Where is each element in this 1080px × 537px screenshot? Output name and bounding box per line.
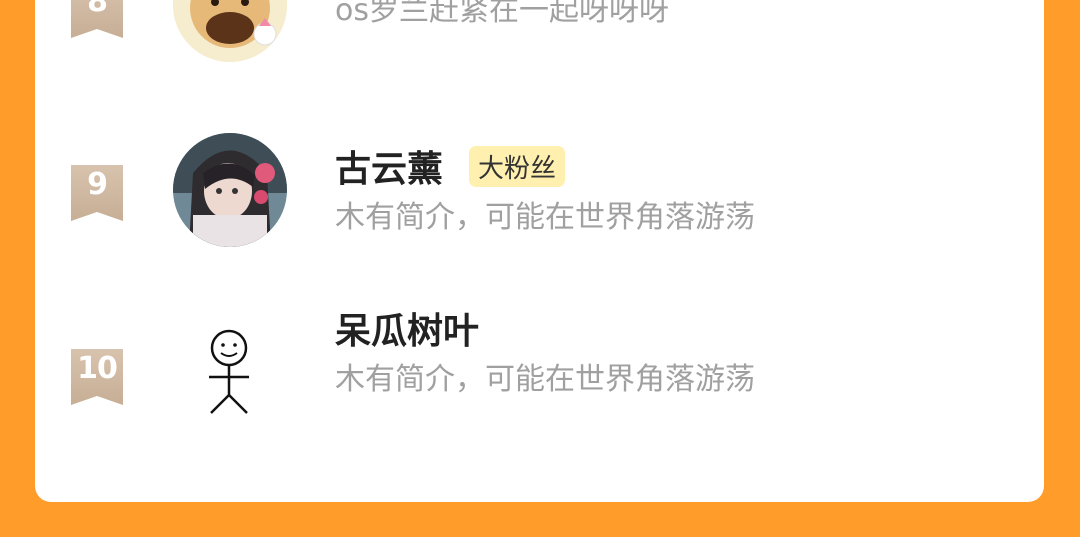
stick-figure-avatar-icon xyxy=(209,329,249,414)
rank-badge: 9 xyxy=(71,165,123,221)
rank-number: 8 xyxy=(87,0,108,19)
avatar[interactable] xyxy=(173,0,287,62)
user-bio: os罗兰赶紧在一起呀呀呀 xyxy=(335,0,669,28)
ranking-row-8[interactable]: 8 os罗兰赶紧在一起呀呀呀 xyxy=(35,0,1044,62)
avatar[interactable] xyxy=(173,315,287,429)
ranking-row-10[interactable]: 10 呆瓜树叶 木有简介，可能在世界角落游荡 xyxy=(35,311,1044,435)
user-name[interactable]: 古云薰 xyxy=(335,140,443,192)
fan-ranking-card: 8 os罗兰赶紧在一起呀呀呀 9 古云薰 大粉丝 木有简介，可能在世界角落游荡 … xyxy=(35,0,1044,502)
avatar[interactable] xyxy=(173,133,287,247)
rank-badge: 10 xyxy=(71,349,123,405)
user-bio: 木有简介，可能在世界角落游荡 xyxy=(335,362,755,397)
user-name[interactable]: 呆瓜树叶 xyxy=(335,302,479,354)
anime-girl-avatar-icon xyxy=(173,133,287,247)
rank-number: 10 xyxy=(77,351,118,386)
rank-number: 9 xyxy=(87,167,108,202)
user-bio: 木有简介，可能在世界角落游荡 xyxy=(335,200,755,235)
rank-badge: 8 xyxy=(71,0,123,38)
ranking-row-9[interactable]: 9 古云薰 大粉丝 木有简介，可能在世界角落游荡 xyxy=(35,130,1044,250)
bear-avatar-icon xyxy=(173,0,287,62)
fan-level-badge: 大粉丝 xyxy=(469,146,566,187)
